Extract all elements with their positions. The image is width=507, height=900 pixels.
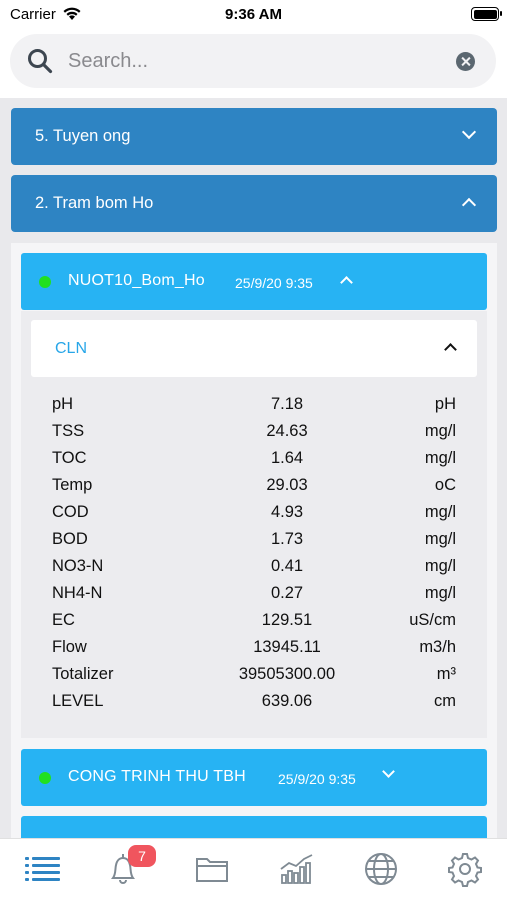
tab-map[interactable]: [361, 851, 401, 887]
param-name: Temp: [52, 476, 93, 494]
clear-search-icon[interactable]: [456, 52, 475, 71]
param-name: EC: [52, 611, 75, 629]
table-row: Flow 13945.11 m3/h: [52, 635, 456, 662]
table-row: TSS 24.63 mg/l: [52, 419, 456, 446]
station-timestamp: 25/9/20 9:35: [235, 275, 313, 291]
param-unit: mg/l: [424, 422, 456, 440]
param-value: 13945.11: [253, 638, 321, 656]
param-unit: mg/l: [424, 449, 456, 467]
table-row: Totalizer 39505300.00 m³: [52, 662, 456, 689]
clock-time: 9:36 AM: [225, 6, 282, 23]
param-unit: uS/cm: [409, 611, 456, 629]
table-row: pH 7.18 pH: [52, 392, 456, 419]
folder-icon: [196, 858, 228, 882]
param-value: 39505300.00: [238, 665, 336, 683]
chevron-down-icon: [382, 765, 395, 778]
param-unit: oC: [434, 476, 456, 494]
search-input[interactable]: [68, 46, 438, 76]
tab-bar: 7: [0, 838, 507, 900]
station-timestamp: 25/9/20 9:35: [278, 771, 356, 787]
param-name: NO3-N: [52, 557, 104, 575]
param-unit: mg/l: [424, 584, 456, 602]
search-bar: [10, 34, 496, 88]
param-unit: mg/l: [424, 503, 456, 521]
station-header-next[interactable]: [21, 816, 487, 838]
chevron-down-icon: [461, 124, 477, 140]
param-name: NH4-N: [52, 584, 103, 602]
param-name: Totalizer: [52, 665, 114, 683]
param-value: 129.51: [261, 611, 313, 629]
param-name: TOC: [52, 449, 87, 467]
table-row: TOC 1.64 mg/l: [52, 446, 456, 473]
category-label: CLN: [55, 340, 88, 357]
table-row: NO3-N 0.41 mg/l: [52, 554, 456, 581]
tab-list[interactable]: [23, 851, 63, 887]
station-header-cong-trinh-thu-tbh[interactable]: CONG TRINH THU TBH 25/9/20 9:35: [21, 749, 487, 806]
station-header-nuot10[interactable]: NUOT10_Bom_Ho 25/9/20 9:35: [21, 253, 487, 310]
group-header-tuyen-ong[interactable]: 5. Tuyen ong: [11, 108, 497, 165]
param-name: Flow: [52, 638, 87, 656]
param-value: 1.73: [270, 530, 304, 548]
parameter-table: pH 7.18 pH TSS 24.63 mg/l TOC 1.64 mg/l Temp 29…: [52, 392, 456, 716]
table-row: COD 4.93 mg/l: [52, 500, 456, 527]
globe-icon: [365, 853, 397, 885]
list-icon: [25, 857, 60, 881]
station-name: NUOT10_Bom_Ho: [68, 272, 205, 289]
table-row: LEVEL 639.06 cm: [52, 689, 456, 716]
online-status-dot: [39, 276, 51, 288]
param-value: 24.63: [266, 422, 308, 440]
param-unit: pH: [434, 395, 456, 413]
category-header-cln[interactable]: CLN: [31, 320, 477, 377]
tab-charts[interactable]: [277, 851, 317, 887]
param-name: COD: [52, 503, 89, 521]
param-value: 639.06: [261, 692, 313, 710]
station-name: CONG TRINH THU TBH: [68, 768, 246, 785]
online-status-dot: [39, 772, 51, 784]
param-unit: m³: [436, 665, 456, 683]
search-icon: [28, 49, 53, 74]
param-value: 1.64: [270, 449, 304, 467]
param-name: pH: [52, 395, 74, 413]
chevron-up-icon: [461, 197, 477, 213]
param-unit: mg/l: [424, 557, 456, 575]
device-list[interactable]: 5. Tuyen ong 2. Tram bom Ho NUOT10_Bom_H…: [0, 98, 507, 838]
notification-badge: 7: [128, 845, 156, 867]
param-name: LEVEL: [52, 692, 104, 710]
param-name: BOD: [52, 530, 88, 548]
chevron-up-icon: [444, 343, 457, 356]
tab-settings[interactable]: [445, 851, 485, 887]
param-unit: mg/l: [424, 530, 456, 548]
param-unit: cm: [434, 692, 456, 710]
chevron-up-icon: [340, 276, 353, 289]
group-label: 2. Tram bom Ho: [35, 194, 154, 212]
param-value: 29.03: [266, 476, 308, 494]
group-label: 5. Tuyen ong: [35, 127, 131, 145]
group-header-tram-bom-ho[interactable]: 2. Tram bom Ho: [11, 175, 497, 232]
gear-icon: [448, 853, 482, 887]
table-row: NH4-N 0.27 mg/l: [52, 581, 456, 608]
param-value: 4.93: [270, 503, 304, 521]
param-value: 0.41: [270, 557, 304, 575]
chart-icon: [280, 854, 313, 884]
tab-files[interactable]: [192, 851, 232, 887]
battery-icon: [471, 7, 502, 21]
param-value: 0.27: [270, 584, 304, 602]
table-row: BOD 1.73 mg/l: [52, 527, 456, 554]
table-row: Temp 29.03 oC: [52, 473, 456, 500]
param-unit: m3/h: [419, 638, 456, 656]
param-name: TSS: [52, 422, 85, 440]
param-value: 7.18: [270, 395, 304, 413]
status-bar: Carrier 9:36 AM: [0, 0, 507, 30]
table-row: EC 129.51 uS/cm: [52, 608, 456, 635]
